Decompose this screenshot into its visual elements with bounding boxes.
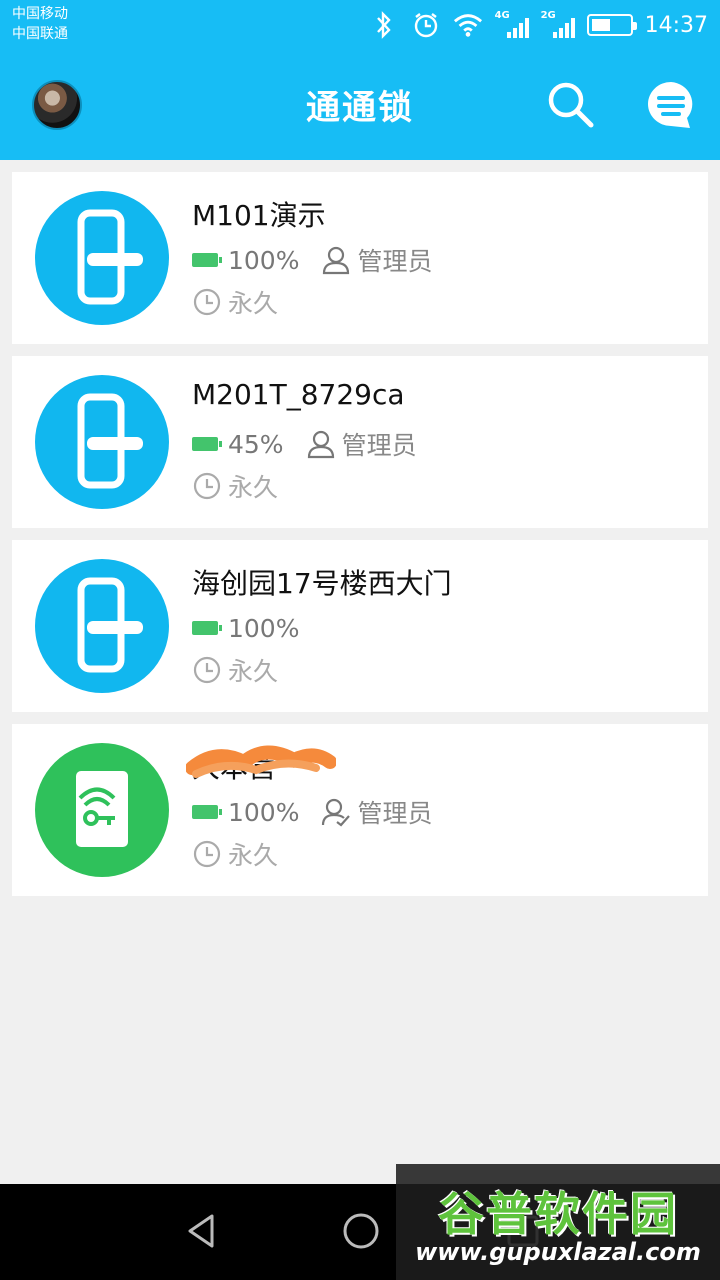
battery-level-icon bbox=[192, 805, 222, 819]
message-icon bbox=[648, 82, 693, 128]
battery-level-icon bbox=[192, 621, 222, 635]
signal-2-icon: 2G bbox=[541, 10, 575, 40]
lock-card[interactable]: 大本营 100% 管理员 永久 bbox=[12, 724, 708, 896]
role-label: 管理员 bbox=[357, 799, 433, 828]
page-title: 通通锁 bbox=[306, 88, 414, 128]
watermark-title: 谷普软件园 bbox=[438, 1187, 678, 1241]
alarm-icon bbox=[411, 10, 441, 40]
battery-percent: 100% bbox=[228, 245, 300, 275]
lock-name: 海创园17号楼西大门 bbox=[192, 567, 452, 600]
validity-label: 永久 bbox=[228, 473, 279, 502]
role: 管理员 bbox=[306, 426, 417, 462]
key-card-icon bbox=[35, 743, 169, 877]
carrier-2: 中国联通 bbox=[12, 26, 68, 42]
lock-validity: 永久 bbox=[192, 836, 278, 872]
lock-validity: 永久 bbox=[192, 468, 278, 504]
battery-icon bbox=[586, 14, 637, 36]
back-icon bbox=[188, 1214, 214, 1248]
bluetooth-icon bbox=[369, 10, 399, 40]
validity-label: 永久 bbox=[228, 841, 279, 870]
validity-label: 永久 bbox=[228, 657, 279, 686]
battery-percent: 45% bbox=[228, 429, 284, 459]
role: 管理员 bbox=[321, 794, 433, 830]
role: 管理员 bbox=[321, 242, 433, 278]
lock-meta: 100% 管理员 bbox=[192, 794, 433, 830]
door-lock-icon bbox=[35, 375, 169, 509]
app-bar: 通通锁 bbox=[0, 50, 720, 160]
clock-icon bbox=[193, 656, 221, 684]
lock-list: M101演示 100% 管理员 永久 M201T_8729ca 45% 管理员 bbox=[12, 172, 708, 908]
redaction-scribble bbox=[186, 745, 336, 778]
back-button[interactable] bbox=[178, 1206, 228, 1256]
battery-level-icon bbox=[192, 437, 222, 451]
lock-meta: 45% 管理员 bbox=[192, 426, 417, 462]
lock-card[interactable]: M201T_8729ca 45% 管理员 永久 bbox=[12, 356, 708, 528]
user-check-icon bbox=[322, 798, 351, 827]
lock-card[interactable]: 海创园17号楼西大门 100% 永久 bbox=[12, 540, 708, 712]
lock-card[interactable]: M101演示 100% 管理员 永久 bbox=[12, 172, 708, 344]
watermark: 谷普软件园 www.gupuxlazal.com bbox=[396, 1164, 720, 1280]
door-lock-icon bbox=[35, 191, 169, 325]
search-icon bbox=[548, 82, 594, 128]
carrier-1: 中国移动 bbox=[12, 6, 68, 22]
user-icon bbox=[323, 246, 350, 275]
signal-1-icon: 4G bbox=[495, 10, 529, 40]
clock: 14:37 bbox=[644, 12, 708, 38]
lock-name: M201T_8729ca bbox=[192, 378, 405, 411]
role-label: 管理员 bbox=[357, 247, 433, 276]
validity-label: 永久 bbox=[228, 289, 279, 318]
lock-meta: 100% bbox=[192, 610, 299, 646]
home-icon bbox=[343, 1213, 379, 1249]
lock-name: M101演示 bbox=[192, 199, 326, 232]
battery-level-icon bbox=[192, 253, 222, 267]
status-bar: 中国移动 中国联通 4G 2G 14:37 bbox=[0, 0, 720, 50]
wifi-icon bbox=[453, 10, 483, 40]
home-button[interactable] bbox=[336, 1206, 386, 1256]
lock-validity: 永久 bbox=[192, 284, 278, 320]
carrier-info: 中国移动 中国联通 bbox=[12, 4, 68, 44]
battery-percent: 100% bbox=[228, 797, 300, 827]
clock-icon bbox=[193, 840, 221, 868]
lock-validity: 永久 bbox=[192, 652, 278, 688]
watermark-url: www.gupuxlazal.com bbox=[415, 1238, 701, 1266]
clock-icon bbox=[193, 288, 221, 316]
door-lock-icon bbox=[35, 559, 169, 693]
search-button[interactable] bbox=[544, 78, 598, 132]
user-icon bbox=[307, 430, 334, 459]
message-button[interactable] bbox=[644, 78, 698, 132]
lock-meta: 100% 管理员 bbox=[192, 242, 433, 278]
battery-percent: 100% bbox=[228, 613, 300, 643]
clock-icon bbox=[193, 472, 221, 500]
role-label: 管理员 bbox=[341, 431, 417, 460]
